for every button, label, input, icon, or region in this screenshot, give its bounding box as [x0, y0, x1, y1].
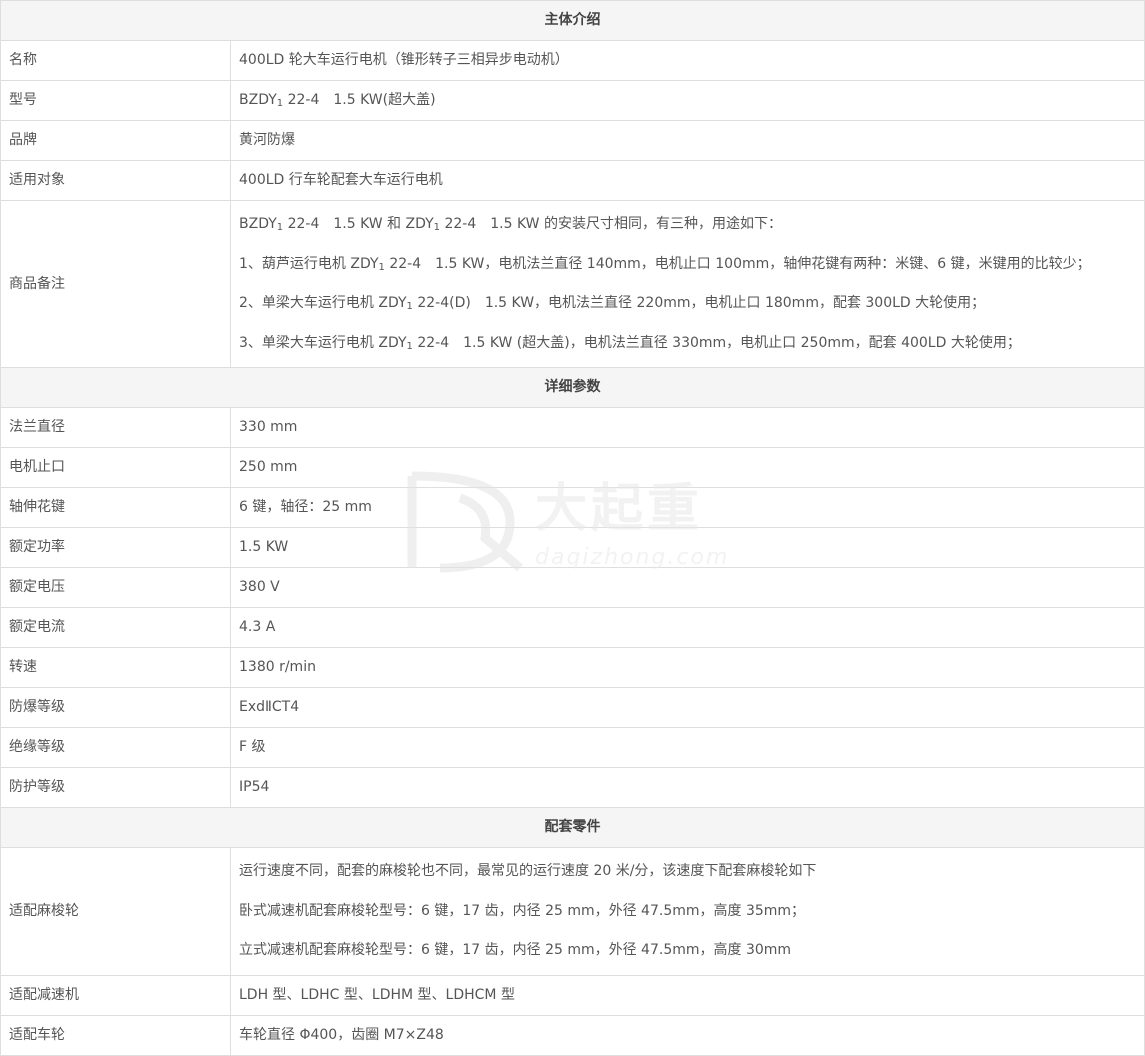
- gear-line: 立式减速机配套麻梭轮型号：6 键，17 齿，内径 25 mm，外径 47.5mm…: [239, 942, 792, 958]
- section-title: 主体介绍: [0, 0, 1145, 41]
- spec-table: 主体介绍 名称 400LD 轮大车运行电机（锥形转子三相异步电动机） 型号 BZ…: [0, 0, 1145, 1056]
- table-row: 名称 400LD 轮大车运行电机（锥形转子三相异步电动机）: [0, 40, 1145, 81]
- row-value: 1380 r/min: [230, 647, 1145, 688]
- row-label: 额定电流: [0, 607, 231, 648]
- row-label: 绝缘等级: [0, 727, 231, 768]
- row-label: 额定电压: [0, 567, 231, 608]
- table-row: 防爆等级 ExdⅡCT4: [0, 687, 1145, 728]
- table-row: 品牌 黄河防爆: [0, 120, 1145, 161]
- row-label: 额定功率: [0, 527, 231, 568]
- row-value: 250 mm: [230, 447, 1145, 488]
- row-value: BZDY1 22-4 1.5 KW(超大盖): [230, 80, 1145, 121]
- row-value: 400LD 轮大车运行电机（锥形转子三相异步电动机）: [230, 40, 1145, 81]
- section-header-parts: 配套零件: [0, 807, 1145, 848]
- row-label: 型号: [0, 80, 231, 121]
- remark-line: 3、单梁大车运行电机 ZDY1 22-4 1.5 KW (超大盖)，电机法兰直径…: [239, 334, 1021, 352]
- section-title: 详细参数: [0, 367, 1145, 408]
- row-label: 适配麻梭轮: [0, 847, 231, 976]
- table-row: 防护等级 IP54: [0, 767, 1145, 808]
- table-row: 电机止口 250 mm: [0, 447, 1145, 488]
- row-value: ExdⅡCT4: [230, 687, 1145, 728]
- gear-line: 卧式减速机配套麻梭轮型号：6 键，17 齿，内径 25 mm，外径 47.5mm…: [239, 902, 806, 919]
- remark-line: BZDY1 22-4 1.5 KW 和 ZDY1 22-4 1.5 KW 的安装…: [239, 216, 782, 233]
- remark-line: 1、葫芦运行电机 ZDY1 22-4 1.5 KW，电机法兰直径 140mm，电…: [239, 255, 1091, 273]
- row-value: LDH 型、LDHC 型、LDHM 型、LDHCM 型: [230, 974, 1145, 1016]
- row-label: 品牌: [0, 120, 231, 161]
- row-label: 防爆等级: [0, 687, 231, 728]
- row-value: F 级: [230, 727, 1145, 768]
- table-row: 型号 BZDY1 22-4 1.5 KW(超大盖): [0, 80, 1145, 121]
- table-row: 额定功率 1.5 KW: [0, 527, 1145, 568]
- row-label: 防护等级: [0, 767, 231, 808]
- section-header-details: 详细参数: [0, 367, 1145, 408]
- row-label: 适配减速机: [0, 974, 231, 1016]
- row-value: 4.3 A: [230, 607, 1145, 648]
- table-row: 轴伸花键 6 键，轴径：25 mm: [0, 487, 1145, 528]
- gear-line: 运行速度不同，配套的麻梭轮也不同，最常见的运行速度 20 米/分，该速度下配套麻…: [239, 863, 817, 879]
- row-label: 轴伸花键: [0, 487, 231, 528]
- row-label: 转速: [0, 647, 231, 688]
- table-row: 商品备注 BZDY1 22-4 1.5 KW 和 ZDY1 22-4 1.5 K…: [0, 200, 1145, 368]
- table-row: 转速 1380 r/min: [0, 647, 1145, 688]
- row-value: 1.5 KW: [230, 527, 1145, 568]
- row-value: 400LD 行车轮配套大车运行电机: [230, 160, 1145, 201]
- row-value: BZDY1 22-4 1.5 KW 和 ZDY1 22-4 1.5 KW 的安装…: [230, 200, 1145, 368]
- table-row: 绝缘等级 F 级: [0, 727, 1145, 768]
- row-label: 商品备注: [0, 200, 231, 368]
- table-row: 适用对象 400LD 行车轮配套大车运行电机: [0, 160, 1145, 201]
- row-value: 运行速度不同，配套的麻梭轮也不同，最常见的运行速度 20 米/分，该速度下配套麻…: [230, 847, 1145, 976]
- section-title: 配套零件: [0, 807, 1145, 848]
- row-value: 黄河防爆: [230, 120, 1145, 161]
- section-header-intro: 主体介绍: [0, 0, 1145, 41]
- table-row: 适配减速机 LDH 型、LDHC 型、LDHM 型、LDHCM 型: [0, 974, 1145, 1016]
- row-label: 名称: [0, 40, 231, 81]
- row-value: 6 键，轴径：25 mm: [230, 487, 1145, 528]
- row-value: 380 V: [230, 567, 1145, 608]
- row-label: 电机止口: [0, 447, 231, 488]
- table-row: 额定电流 4.3 A: [0, 607, 1145, 648]
- row-value: IP54: [230, 767, 1145, 808]
- table-row: 额定电压 380 V: [0, 567, 1145, 608]
- table-row: 适配车轮 车轮直径 Φ400，齿圈 M7×Z48: [0, 1014, 1145, 1056]
- row-value: 330 mm: [230, 407, 1145, 448]
- row-value: 车轮直径 Φ400，齿圈 M7×Z48: [230, 1014, 1145, 1056]
- table-row: 法兰直径 330 mm: [0, 407, 1145, 448]
- row-label: 法兰直径: [0, 407, 231, 448]
- table-row: 适配麻梭轮 运行速度不同，配套的麻梭轮也不同，最常见的运行速度 20 米/分，该…: [0, 847, 1145, 976]
- row-label: 适用对象: [0, 160, 231, 201]
- remark-line: 2、单梁大车运行电机 ZDY1 22-4(D) 1.5 KW，电机法兰直径 22…: [239, 295, 986, 312]
- row-label: 适配车轮: [0, 1014, 231, 1056]
